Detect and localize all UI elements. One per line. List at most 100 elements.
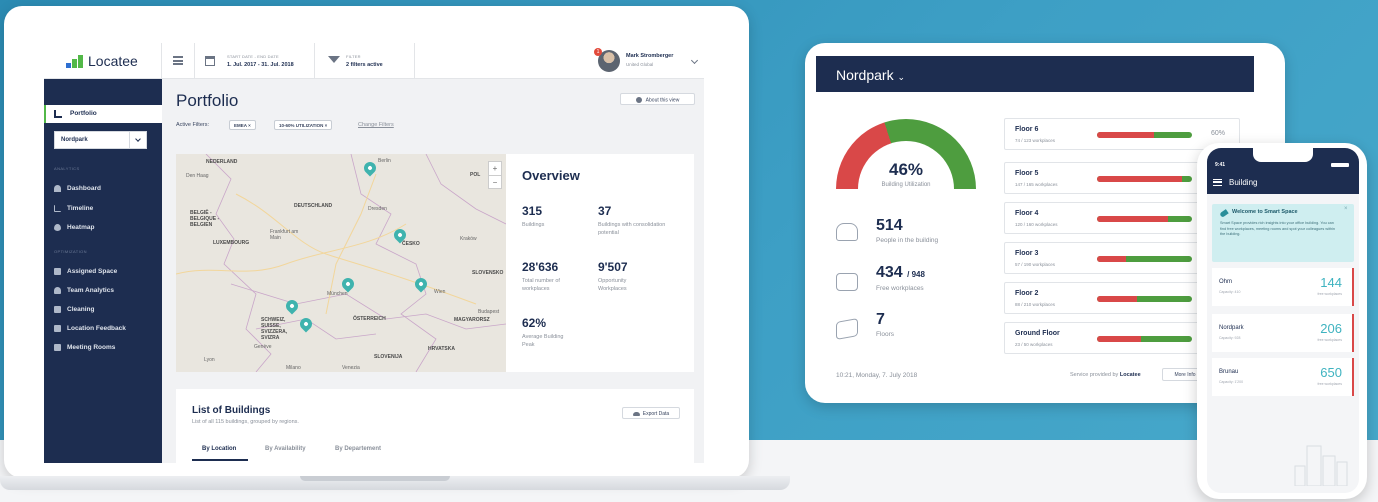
chevron-down-icon: ⌄ xyxy=(897,72,906,82)
map-label: DEUTSCHLAND xyxy=(294,203,333,209)
floor-utilization-bar xyxy=(1097,256,1192,262)
building-card-name: Nordpark xyxy=(1219,325,1244,331)
map-label: Frankfurt am Main xyxy=(270,229,299,241)
floor-percent: 60% xyxy=(1211,130,1226,137)
sidebar-item-team-analytics[interactable]: Team Analytics xyxy=(54,287,114,294)
sidebar-item-heatmap[interactable]: Heatmap xyxy=(54,224,94,231)
stat-label: Average Building Peak xyxy=(522,334,564,348)
tab-by-location[interactable]: By Location xyxy=(202,446,236,452)
people-label: People in the building xyxy=(876,237,939,244)
divider xyxy=(414,43,415,79)
filter-chip-emea[interactable]: EMEA × xyxy=(229,120,256,130)
sidebar-item-location-feedback[interactable]: Location Feedback xyxy=(54,325,126,332)
building-select[interactable]: Nordpark xyxy=(54,131,147,149)
change-filters-link[interactable]: Change Filters xyxy=(358,122,394,128)
sidebar-item-label: Heatmap xyxy=(67,224,95,231)
flame-icon xyxy=(54,224,61,231)
user-org: United Global xyxy=(626,62,654,67)
floor-name: Floor 2 xyxy=(1015,290,1039,297)
filter-value[interactable]: 2 filters active xyxy=(346,62,383,68)
stat-value: 9'507 xyxy=(598,260,628,274)
free-workplaces-label: Free workplaces xyxy=(876,285,924,292)
map-label: Den Haag xyxy=(186,173,209,179)
service-brand: Locatee xyxy=(1119,372,1141,378)
active-tab-indicator xyxy=(192,459,248,461)
sidebar-item-cleaning[interactable]: Cleaning xyxy=(54,306,94,313)
map-zoom-control: + − xyxy=(488,161,502,189)
chevron-down-icon[interactable] xyxy=(690,56,699,65)
floors-label: Floors xyxy=(876,331,895,338)
divider xyxy=(129,132,130,148)
zoom-out-button[interactable]: − xyxy=(489,176,501,189)
export-data-button[interactable]: Export Data xyxy=(622,407,680,419)
overview-title: Overview xyxy=(522,168,580,183)
sidebar-item-timeline[interactable]: Timeline xyxy=(54,205,93,212)
welcome-banner: Welcome to Smart Space Smart Space provi… xyxy=(1212,204,1354,262)
building-selector[interactable]: Nordpark ⌄ xyxy=(836,67,905,83)
tab-by-availability[interactable]: By Availability xyxy=(265,446,306,452)
floor-row[interactable]: Floor 6 74 / 123 workplaces 60% xyxy=(1004,118,1240,150)
floor-utilization-fill xyxy=(1097,296,1137,302)
floor-name: Floor 4 xyxy=(1015,210,1039,217)
zoom-in-button[interactable]: + xyxy=(489,162,501,176)
map-label: LUXEMBOURG xyxy=(213,240,250,246)
map-label: SLOVENIJA xyxy=(374,354,403,360)
floor-utilization-bar xyxy=(1097,336,1192,342)
floor-utilization-fill xyxy=(1097,256,1126,262)
locatee-logo[interactable]: Locatee xyxy=(66,53,138,69)
sidebar-item-assigned-space[interactable]: Assigned Space xyxy=(54,268,117,275)
map-label: ÖSTERREICH xyxy=(353,316,386,322)
sidebar-item-label: Dashboard xyxy=(67,185,101,192)
active-indicator xyxy=(44,105,46,123)
divider xyxy=(194,43,195,79)
building-card[interactable]: Nordpark Capacity: 928 206 free workplac… xyxy=(1212,314,1354,352)
sidebar-item-portfolio[interactable]: Portfolio xyxy=(44,105,162,123)
about-view-label: About this view xyxy=(645,97,680,104)
calendar-icon[interactable] xyxy=(205,56,215,66)
sidebar-item-label: Cleaning xyxy=(67,306,95,313)
hamburger-menu-icon[interactable] xyxy=(173,56,183,65)
sidebar-item-label: Location Feedback xyxy=(67,325,126,332)
filter-icon[interactable] xyxy=(328,56,340,63)
date-range-label: START DATE - END DATE xyxy=(227,54,279,59)
list-title: List of Buildings xyxy=(192,405,271,416)
people-icon xyxy=(836,223,858,241)
notification-badge[interactable]: 1 xyxy=(594,48,602,56)
help-icon xyxy=(635,97,642,103)
portfolio-map[interactable]: NEDERLAND Den Haag Berlin POL DEUTSCHLAN… xyxy=(176,154,506,372)
timestamp: 10:21, Monday, 7. July 2018 xyxy=(836,372,918,379)
timeline-icon xyxy=(54,205,61,212)
cleaning-icon xyxy=(54,306,61,313)
hamburger-menu-icon[interactable] xyxy=(1213,179,1222,186)
chevron-down-icon xyxy=(135,136,141,142)
list-subtitle: List of all 115 buildings, grouped by re… xyxy=(192,419,299,425)
floor-utilization-bar xyxy=(1097,216,1192,222)
tablet-screen: Nordpark ⌄ 46% Building Utilization 514 … xyxy=(816,56,1254,390)
filter-chip-utilization[interactable]: 10-60% UTILIZATION × xyxy=(274,120,333,130)
sidebar-item-label: Team Analytics xyxy=(67,287,114,294)
close-icon[interactable]: × xyxy=(1344,206,1348,212)
floor-name: Floor 5 xyxy=(1015,170,1039,177)
date-range-value[interactable]: 1. Jul. 2017 - 31. Jul. 2018 xyxy=(227,62,294,68)
app-name: Locatee xyxy=(88,53,138,69)
status-icons xyxy=(1331,163,1349,167)
sidebar-item-meeting-rooms[interactable]: Meeting Rooms xyxy=(54,344,115,351)
city-skyline-icon xyxy=(1294,445,1348,486)
stat-value: 28'636 xyxy=(522,260,559,274)
building-card[interactable]: Brunau Capacity: 1'200 650 free workplac… xyxy=(1212,358,1354,396)
map-label: Wien xyxy=(434,289,446,295)
buildings-list-panel: List of Buildings List of all 115 buildi… xyxy=(176,389,694,463)
building-card[interactable]: Ohm Capacity: 410 144 free workplaces xyxy=(1212,268,1354,306)
floor-utilization-bar xyxy=(1097,132,1192,138)
tablet-header: Nordpark ⌄ xyxy=(816,56,1254,92)
floor-capacity: 120 / 160 workplaces xyxy=(1015,222,1058,227)
tab-by-departement[interactable]: By Departement xyxy=(335,446,381,452)
sidebar-item-dashboard[interactable]: Dashboard xyxy=(54,185,101,192)
about-view-button[interactable]: About this view xyxy=(620,93,695,105)
welcome-text: Smart Space provides rich insights into … xyxy=(1220,221,1336,236)
user-name[interactable]: Mark Stromberger xyxy=(626,53,673,59)
sidebar-item-label: Assigned Space xyxy=(67,268,118,275)
free-total: / 948 xyxy=(907,270,925,279)
building-card-name: Brunau xyxy=(1219,369,1239,375)
free-workplaces-value: 434 / 948 xyxy=(876,264,925,282)
